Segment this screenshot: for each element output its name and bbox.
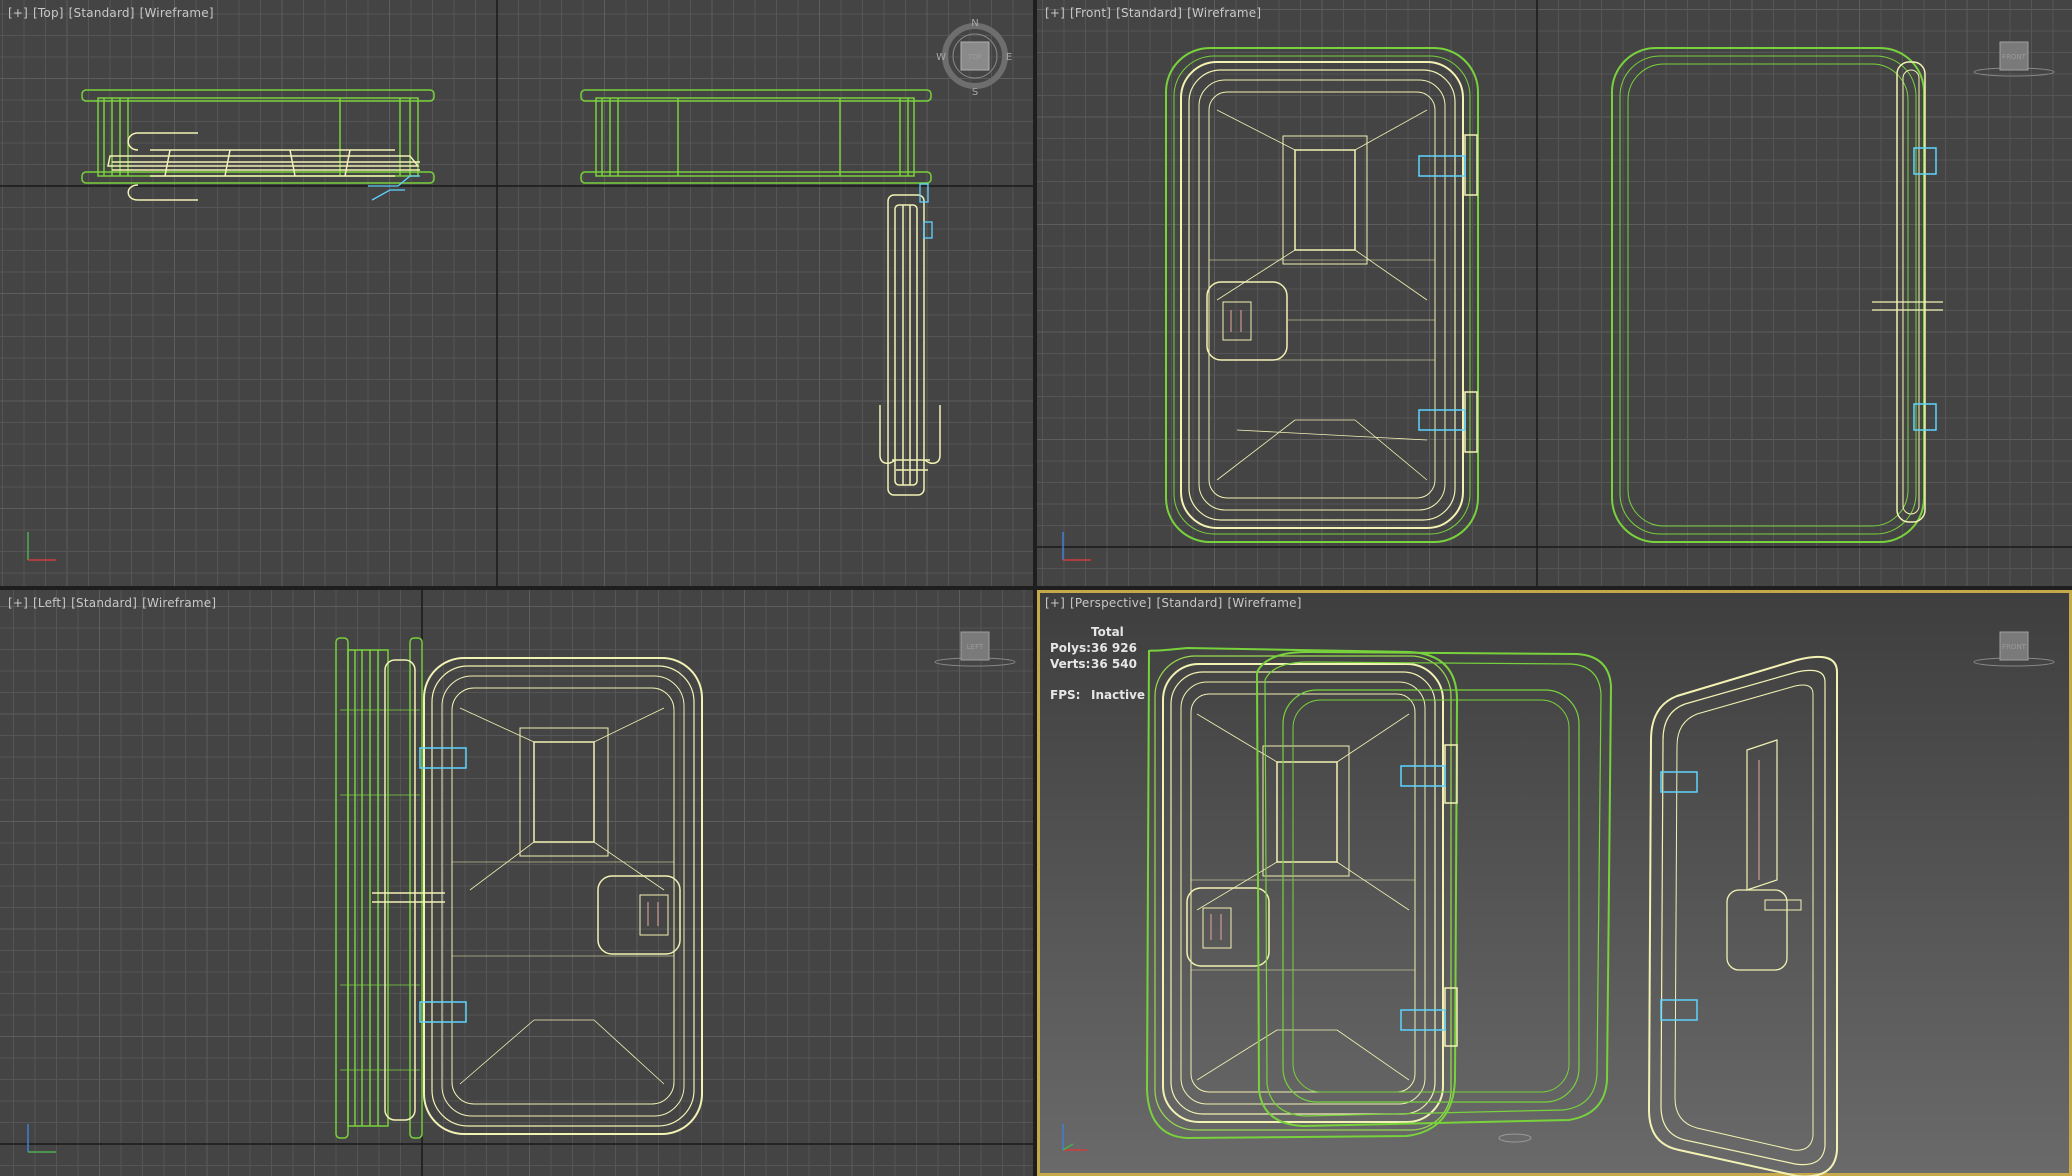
door-persp xyxy=(1145,646,1459,1140)
display-mode-button[interactable]: [Wireframe] xyxy=(142,596,216,610)
frame-front xyxy=(1611,47,1943,543)
polys-value: 36 926 xyxy=(1091,641,1137,655)
fps-value: Inactive xyxy=(1091,688,1146,702)
statistics-overlay: Total Polys: 36 926 Verts: 36 540 FPS: Inac… xyxy=(1050,624,1145,703)
compass-east: E xyxy=(1006,52,1012,63)
viewport-perspective[interactable]: FRONT [+] [Perspective] [Standard] [Wirefra… xyxy=(1037,590,2072,1176)
display-mode-button[interactable]: [Wireframe] xyxy=(1187,6,1261,20)
compass-north: N xyxy=(971,18,978,29)
viewport-menu-button[interactable]: [+] xyxy=(1045,596,1065,610)
viewport-label: [+] [Perspective] [Standard] [Wireframe] xyxy=(1045,596,1307,610)
view-name-button[interactable]: [Perspective] xyxy=(1070,596,1151,610)
viewport-menu-button[interactable]: [+] xyxy=(8,6,28,20)
compass-south: S xyxy=(972,87,978,98)
axis-tripod-icon xyxy=(27,532,56,561)
grid xyxy=(0,590,1033,1176)
verts-label: Verts: xyxy=(1050,657,1091,671)
viewport-front[interactable]: FRONT [+] [Front] [Standard] [Wireframe] xyxy=(1037,0,2072,586)
polys-label: Polys: xyxy=(1050,641,1091,655)
door-inner-left xyxy=(419,657,703,1135)
viewport-top[interactable]: TOP N S E W [+] [Top] [Standard] [Wireframe… xyxy=(0,0,1033,586)
viewcube-icon[interactable]: FRONT xyxy=(1973,41,2055,77)
viewcube-icon[interactable]: FRONT xyxy=(1973,631,2055,667)
view-name-button[interactable]: [Top] xyxy=(33,6,64,20)
door-top-b-open xyxy=(879,194,941,496)
viewport-perspective-scene[interactable]: FRONT xyxy=(1037,590,2072,1176)
fps-label: FPS: xyxy=(1050,688,1081,702)
viewport-top-scene[interactable]: TOP N S E W xyxy=(0,0,1033,586)
viewport-label: [+] [Left] [Standard] [Wireframe] xyxy=(8,596,221,610)
viewport-label: [+] [Front] [Standard] [Wireframe] xyxy=(1045,6,1266,20)
shading-mode-button[interactable]: [Standard] xyxy=(69,6,135,20)
viewport-front-scene[interactable]: FRONT xyxy=(1037,0,2072,586)
axis-tripod-icon xyxy=(27,1124,56,1153)
verts-value: 36 540 xyxy=(1091,657,1137,671)
shading-mode-button[interactable]: [Standard] xyxy=(71,596,137,610)
shading-mode-button[interactable]: [Standard] xyxy=(1116,6,1182,20)
viewcube-label: FRONT xyxy=(2002,643,2027,651)
ground-marker-icon xyxy=(1498,1133,1532,1143)
viewport-menu-button[interactable]: [+] xyxy=(1045,6,1065,20)
view-name-button[interactable]: [Left] xyxy=(33,596,66,610)
frame-top-a xyxy=(81,89,435,184)
viewport-left[interactable]: LEFT [+] [Left] [Standard] [Wireframe] xyxy=(0,590,1033,1176)
hinge-top-b xyxy=(919,183,933,239)
compass-icon[interactable]: TOP N S E W xyxy=(936,18,1012,98)
viewport-left-scene[interactable]: LEFT xyxy=(0,590,1033,1176)
frame-persp xyxy=(1255,650,1613,1128)
viewcube-label: TOP xyxy=(967,53,982,61)
compass-west: W xyxy=(936,52,946,63)
axis-tripod-icon xyxy=(1062,532,1091,561)
door-side-left xyxy=(372,659,445,1121)
frame-top-b xyxy=(580,89,932,184)
viewport-menu-button[interactable]: [+] xyxy=(8,596,28,610)
shading-mode-button[interactable]: [Standard] xyxy=(1157,596,1223,610)
axis-tripod-icon xyxy=(1062,1124,1087,1151)
hinge-top-a xyxy=(368,175,420,201)
viewcube-label: LEFT xyxy=(967,643,984,651)
display-mode-button[interactable]: [Wireframe] xyxy=(1227,596,1301,610)
stats-header: Total xyxy=(1091,625,1124,639)
viewport-label: [+] [Top] [Standard] [Wireframe] xyxy=(8,6,219,20)
grid xyxy=(0,0,1033,586)
viewcube-label: FRONT xyxy=(2002,53,2027,61)
door-persp-open xyxy=(1647,656,1838,1176)
display-mode-button[interactable]: [Wireframe] xyxy=(140,6,214,20)
view-name-button[interactable]: [Front] xyxy=(1070,6,1111,20)
